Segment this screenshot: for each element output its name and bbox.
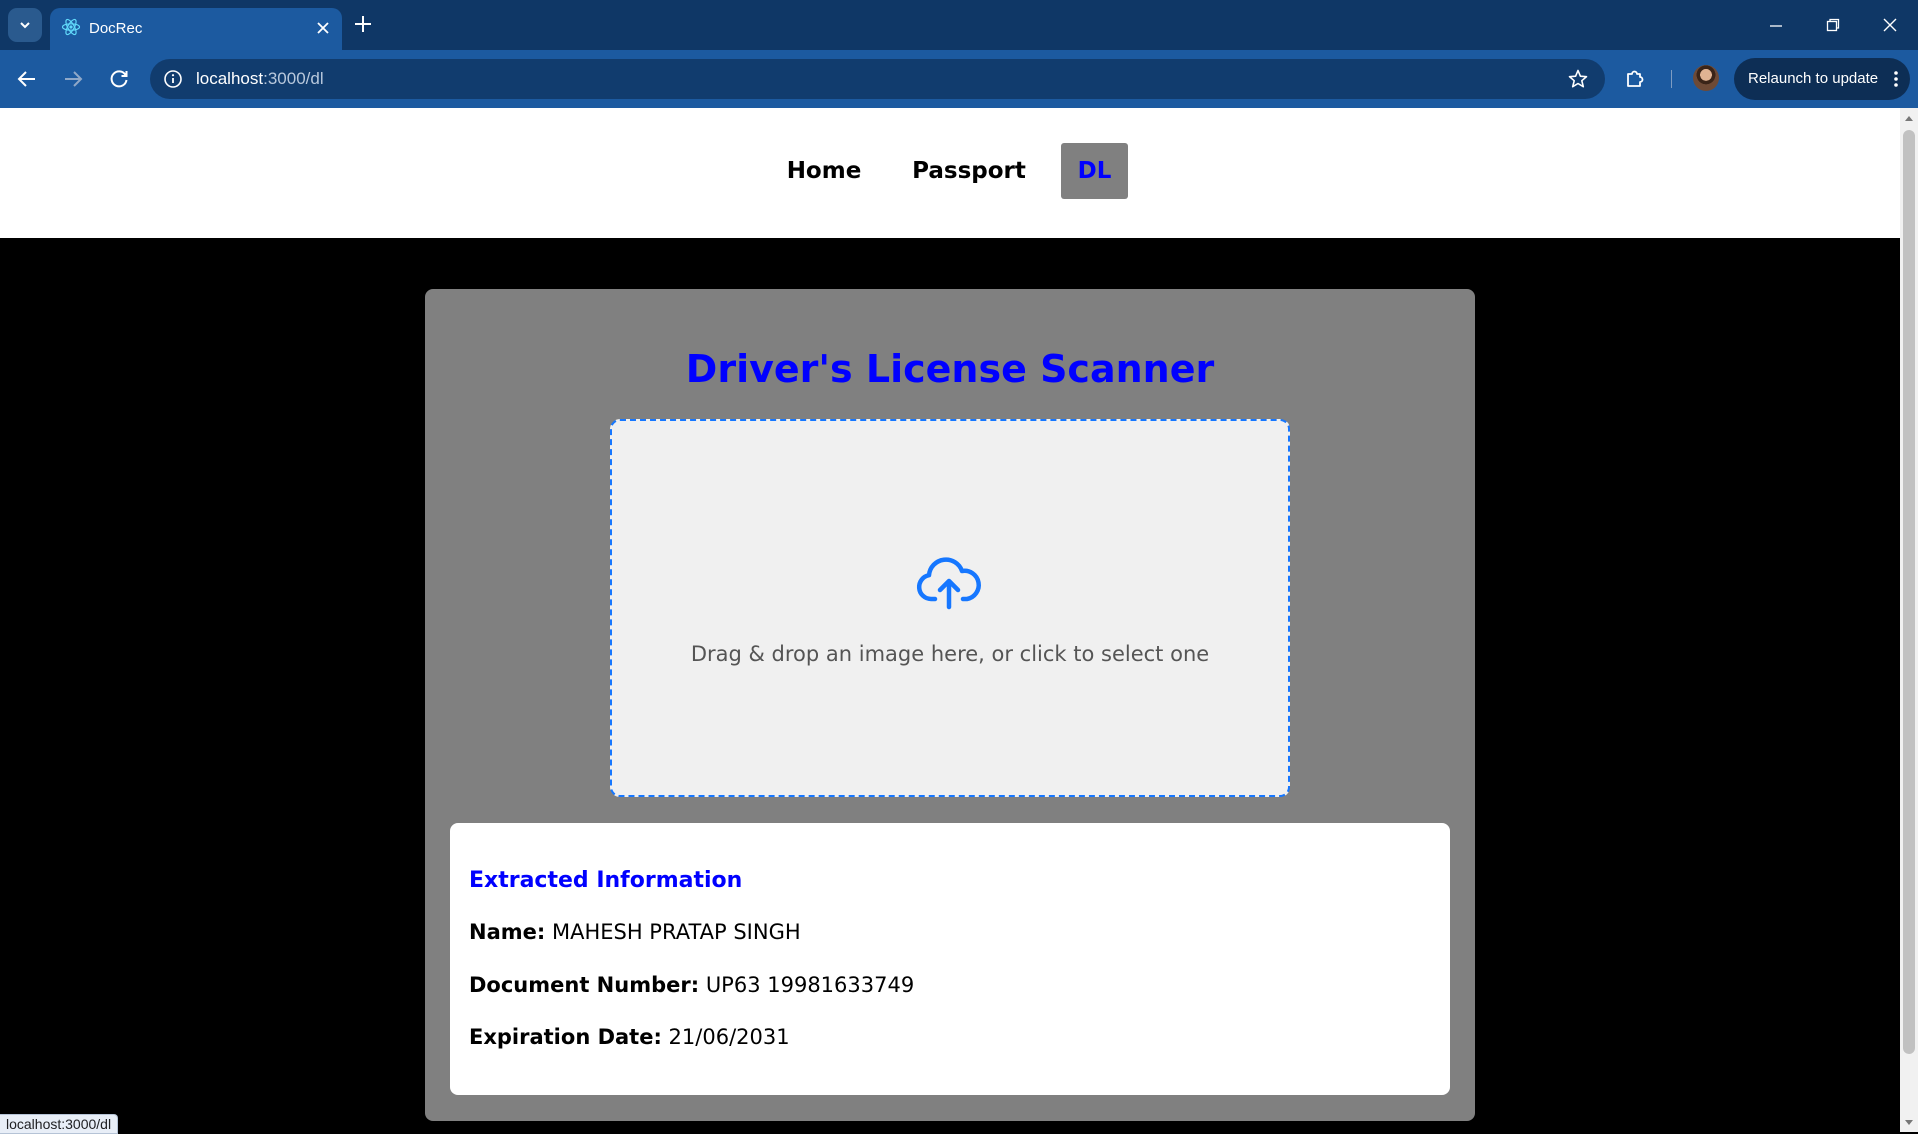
close-tab-icon[interactable] [314,19,332,37]
profile-avatar[interactable] [1693,65,1719,91]
browser-toolbar: localhost:3000/dl Relaunch to update [0,50,1918,108]
cloud-upload-icon [916,557,981,610]
vertical-scrollbar[interactable] [1900,108,1918,1132]
url-host: localhost [196,69,264,88]
expiration-date-label: Expiration Date: [469,1025,662,1049]
url-text: localhost:3000/dl [196,69,324,89]
image-dropzone[interactable]: Drag & drop an image here, or click to s… [610,419,1290,797]
url-path: :3000/dl [263,69,324,88]
scrollbar-thumb[interactable] [1903,130,1915,1054]
scroll-up-arrow-icon[interactable] [1905,116,1913,121]
document-number-label: Document Number: [469,973,700,997]
top-navbar: Home Passport DL [0,108,1900,238]
extensions-puzzle-icon[interactable] [1624,66,1648,90]
page-title: Driver's License Scanner [685,347,1215,391]
expiration-date-value: 21/06/2031 [668,1025,790,1049]
toolbar-divider [1671,70,1672,88]
minimize-icon[interactable] [1768,18,1784,34]
name-label: Name: [469,920,546,944]
nav-link-dl[interactable]: DL [1061,143,1128,199]
forward-arrow-icon[interactable] [61,67,85,91]
name-value: MAHESH PRATAP SINGH [551,920,801,944]
address-bar[interactable]: localhost:3000/dl [150,59,1605,99]
info-row-name: Name: MAHESH PRATAP SINGH [469,920,801,944]
nav-link-home[interactable]: Home [770,143,878,199]
react-logo-icon [61,18,81,36]
reload-icon[interactable] [107,67,131,91]
site-info-icon[interactable] [163,69,183,89]
close-window-icon[interactable] [1881,16,1899,34]
extracted-info-heading: Extracted Information [469,868,743,893]
tab-search-button[interactable] [8,8,42,42]
page-viewport: Home Passport DL Driver's License Scanne… [0,108,1900,1132]
extracted-info-panel: Extracted Information Name: MAHESH PRATA… [450,823,1450,1095]
status-url-bubble: localhost:3000/dl [0,1114,119,1134]
tab-title: DocRec [89,20,143,37]
document-number-value: UP63 19981633749 [705,973,915,997]
info-row-document-number: Document Number: UP63 19981633749 [469,973,914,997]
kebab-menu-icon[interactable] [1893,70,1899,88]
chevron-down-icon [20,22,30,29]
scanner-card: Driver's License Scanner Drag & drop an … [425,289,1475,1121]
restore-icon[interactable] [1825,17,1841,33]
scroll-down-arrow-icon[interactable] [1905,1120,1913,1125]
browser-tab[interactable]: DocRec [50,8,342,50]
back-arrow-icon[interactable] [15,67,39,91]
info-row-expiration-date: Expiration Date: 21/06/2031 [469,1025,790,1049]
dropzone-instruction: Drag & drop an image here, or click to s… [690,642,1210,666]
bookmark-star-icon[interactable] [1567,68,1589,90]
nav-link-passport[interactable]: Passport [906,143,1032,199]
relaunch-label: Relaunch to update [1748,70,1879,87]
relaunch-button[interactable]: Relaunch to update [1734,58,1910,100]
new-tab-icon[interactable] [351,12,375,36]
browser-tab-strip: DocRec [0,0,1918,50]
